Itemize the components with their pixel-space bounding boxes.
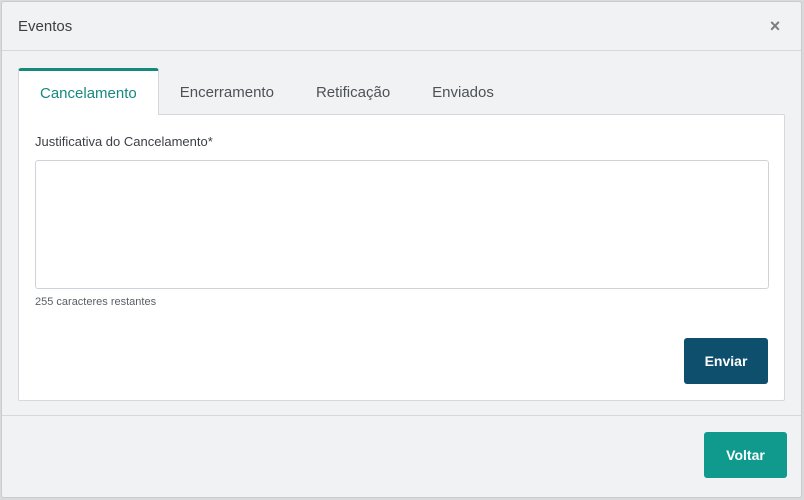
tab-enviados[interactable]: Enviados — [411, 68, 515, 114]
modal-footer: Voltar — [2, 415, 801, 497]
eventos-modal: Eventos × Cancelamento Encerramento Reti… — [1, 1, 802, 498]
close-icon[interactable]: × — [765, 16, 785, 36]
tab-encerramento[interactable]: Encerramento — [159, 68, 295, 114]
justificativa-label: Justificativa do Cancelamento* — [35, 134, 213, 149]
modal-body: Cancelamento Encerramento Retificação En… — [2, 51, 801, 401]
justificativa-textarea[interactable] — [35, 160, 769, 289]
modal-title: Eventos — [18, 17, 73, 35]
tab-bar: Cancelamento Encerramento Retificação En… — [18, 68, 785, 115]
tab-retificacao[interactable]: Retificação — [295, 68, 411, 114]
tab-panel-cancelamento: Justificativa do Cancelamento* 255 carac… — [18, 114, 785, 401]
modal-header: Eventos × — [2, 2, 801, 51]
back-button[interactable]: Voltar — [704, 432, 787, 478]
tab-cancelamento[interactable]: Cancelamento — [18, 68, 159, 115]
character-counter: 255 caracteres restantes — [35, 296, 157, 308]
send-button[interactable]: Enviar — [684, 338, 768, 384]
